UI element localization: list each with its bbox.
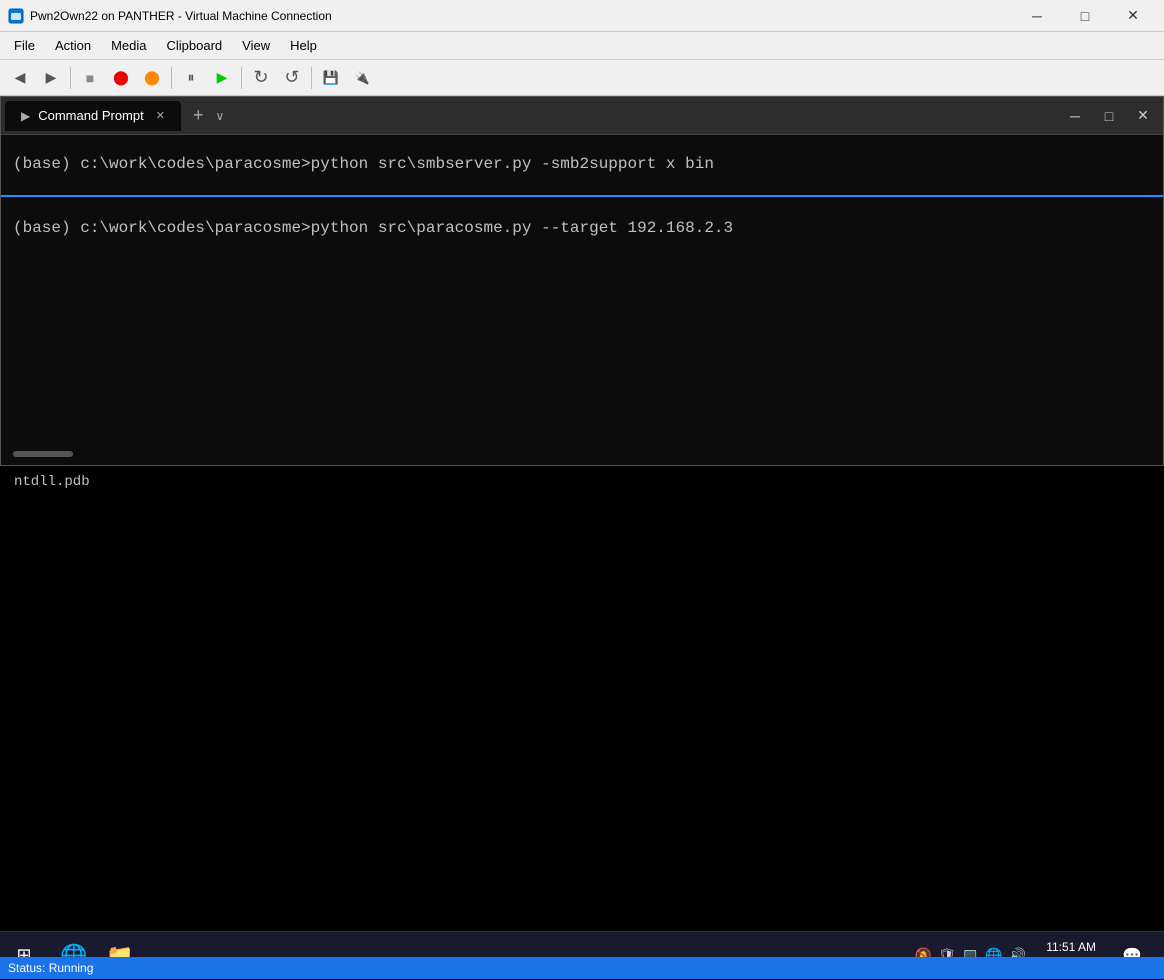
title-bar: Pwn2Own22 on PANTHER - Virtual Machine C…	[0, 0, 1164, 32]
status-text: Status: Running	[8, 961, 93, 975]
orange-circle-button[interactable]: ⬤	[138, 64, 166, 92]
desktop-icon-ntdll[interactable]: ntdll.pdb	[14, 474, 90, 490]
terminal-line-1: (base) c:\work\codes\paracosme>python sr…	[13, 143, 1151, 185]
terminal-tab-command-prompt[interactable]: ▶ Command Prompt ✕	[5, 101, 181, 131]
toolbar-sep-4	[311, 67, 312, 89]
red-circle-button[interactable]: ⬤	[107, 64, 135, 92]
forward-button[interactable]: ▶	[37, 64, 65, 92]
terminal-tab-label: Command Prompt	[38, 108, 143, 123]
back-button[interactable]: ◀	[6, 64, 34, 92]
menu-action[interactable]: Action	[45, 32, 101, 59]
toolbar-sep-2	[171, 67, 172, 89]
menu-media[interactable]: Media	[101, 32, 156, 59]
minimize-button[interactable]: ─	[1014, 0, 1060, 32]
toolbar-sep-1	[70, 67, 71, 89]
menu-view[interactable]: View	[232, 32, 280, 59]
terminal-tab-close-button[interactable]: ✕	[156, 109, 165, 122]
terminal-close-button[interactable]: ✕	[1127, 102, 1159, 130]
undo-button[interactable]: ↺	[278, 64, 306, 92]
vm-window-icon	[8, 8, 24, 24]
pause-button[interactable]: ⏸	[177, 64, 205, 92]
drive-button[interactable]: 💾	[317, 64, 345, 92]
terminal-window-controls: ─ □ ✕	[1059, 102, 1159, 130]
clock-time: 11:51 AM	[1046, 939, 1096, 956]
terminal-minimize-button[interactable]: ─	[1059, 102, 1091, 130]
usb-button[interactable]: 🔌	[348, 64, 376, 92]
desktop-area: ntdll.pdb	[0, 466, 1164, 931]
window-title: Pwn2Own22 on PANTHER - Virtual Machine C…	[30, 9, 1014, 23]
toolbar-sep-3	[241, 67, 242, 89]
terminal-tabbar: ▶ Command Prompt ✕ + ∨ ─ □ ✕	[1, 97, 1163, 135]
play-button[interactable]: ▶	[208, 64, 236, 92]
close-button[interactable]: ✕	[1110, 0, 1156, 32]
terminal-content: (base) c:\work\codes\paracosme>python sr…	[1, 135, 1163, 193]
maximize-button[interactable]: □	[1062, 0, 1108, 32]
menu-help[interactable]: Help	[280, 32, 327, 59]
terminal-divider	[1, 195, 1163, 197]
refresh-button[interactable]: ↻	[247, 64, 275, 92]
terminal-maximize-button[interactable]: □	[1093, 102, 1125, 130]
menu-clipboard[interactable]: Clipboard	[157, 32, 233, 59]
terminal-content-2: (base) c:\work\codes\paracosme>python sr…	[1, 199, 1163, 257]
menu-file[interactable]: File	[4, 32, 45, 59]
status-bar: Status: Running	[0, 957, 1164, 979]
menu-bar: File Action Media Clipboard View Help	[0, 32, 1164, 60]
toolbar: ◀ ▶ ■ ⬤ ⬤ ⏸ ▶ ↻ ↺ 💾 🔌	[0, 60, 1164, 96]
terminal-window: ▶ Command Prompt ✕ + ∨ ─ □ ✕ (base) c:\w…	[0, 96, 1164, 466]
window-controls: ─ □ ✕	[1014, 0, 1156, 32]
terminal-line-2: (base) c:\work\codes\paracosme>python sr…	[13, 207, 1151, 249]
terminal-tab-icon: ▶	[21, 109, 30, 123]
vm-area: ▶ Command Prompt ✕ + ∨ ─ □ ✕ (base) c:\w…	[0, 96, 1164, 979]
stop-button[interactable]: ■	[76, 64, 104, 92]
terminal-scrollbar[interactable]	[13, 451, 73, 457]
terminal-tab-chevron[interactable]: ∨	[211, 109, 228, 123]
terminal-new-tab-button[interactable]: +	[185, 105, 212, 126]
